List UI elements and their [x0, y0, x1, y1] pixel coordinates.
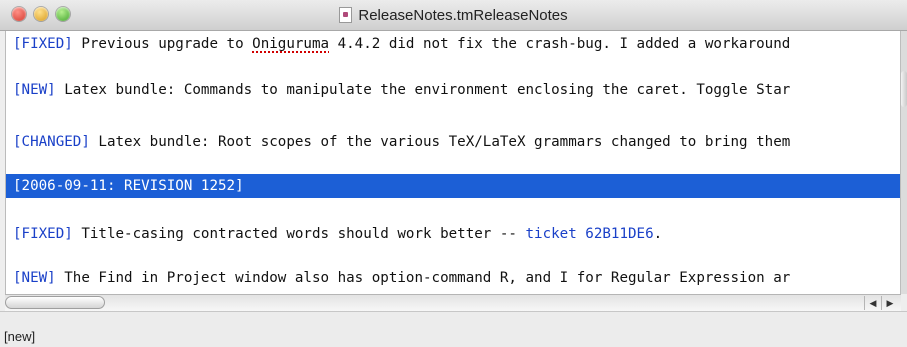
editor-line-2[interactable]: [NEW] Latex bundle: Commands to manipula…	[6, 77, 902, 103]
tag-new: [NEW]	[13, 82, 56, 98]
ticket-link[interactable]: ticket 62B11DE6	[526, 226, 654, 242]
title-bar: ReleaseNotes.tmReleaseNotes	[0, 0, 907, 31]
revision-heading: [2006-09-11: REVISION 1252]	[13, 178, 244, 194]
tag-new: [NEW]	[13, 270, 56, 286]
tag-fixed: [FIXED]	[13, 226, 73, 242]
line-text: .	[653, 226, 663, 242]
editor-line-6[interactable]: [NEW] The Find in Project window also ha…	[6, 265, 902, 291]
window-title: ReleaseNotes.tmReleaseNotes	[358, 6, 568, 24]
line-text: Latex bundle: Root scopes of the various…	[89, 134, 791, 150]
editor-line-5[interactable]: [FIXED] Title-casing contracted words sh…	[6, 221, 902, 247]
vertical-scroll-thumb[interactable]	[901, 71, 907, 107]
editor-line-1[interactable]: [FIXED] Previous upgrade to Oniguruma 4.…	[6, 31, 902, 57]
line-text: Latex bundle: Commands to manipulate the…	[55, 82, 791, 98]
scroll-left-arrow-icon[interactable]: ◀	[864, 296, 881, 310]
selected-line-revision[interactable]: [2006-09-11: REVISION 1252]	[6, 174, 902, 198]
line-text: Title-casing contracted words should wor…	[72, 226, 526, 242]
misspelled-word: Oniguruma	[252, 36, 330, 52]
status-text: [new]	[4, 329, 36, 344]
vertical-scrollbar[interactable]	[900, 31, 907, 294]
tag-fixed: [FIXED]	[13, 36, 73, 52]
horizontal-scroll-thumb[interactable]	[5, 296, 105, 309]
document-icon	[339, 7, 353, 23]
editor-line-3[interactable]: [CHANGED] Latex bundle: Root scopes of t…	[6, 129, 902, 155]
scroll-right-arrow-icon[interactable]: ▶	[881, 296, 898, 310]
tag-changed: [CHANGED]	[13, 134, 90, 150]
line-text: Previous upgrade to	[72, 36, 253, 52]
status-bar: [new]	[0, 311, 907, 347]
editor-window: ReleaseNotes.tmReleaseNotes [FIXED] Prev…	[0, 0, 907, 347]
line-text: The Find in Project window also has opti…	[55, 270, 791, 286]
horizontal-scrollbar[interactable]: ◀ ▶	[5, 294, 901, 312]
text-editor[interactable]: [FIXED] Previous upgrade to Oniguruma 4.…	[5, 31, 902, 294]
window-title-wrap: ReleaseNotes.tmReleaseNotes	[0, 0, 907, 30]
line-text: 4.4.2 did not fix the crash-bug. I added…	[329, 36, 791, 52]
